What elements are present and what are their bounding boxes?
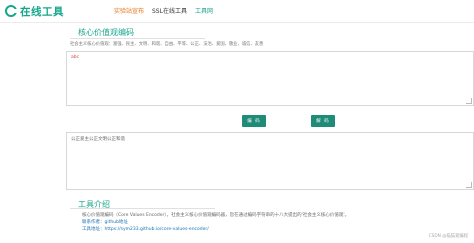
encode-button[interactable]: 编 码 xyxy=(242,115,266,127)
top-bar-divider xyxy=(0,22,474,23)
logo-text: 在线工具 xyxy=(20,5,64,18)
resize-grip-icon[interactable] xyxy=(466,98,472,104)
title-underline xyxy=(70,38,205,39)
page-title: 核心价值观编码 xyxy=(78,28,134,37)
csdn-watermark: CSDN @猫猫爱编程 xyxy=(428,234,468,239)
nav-item-tools-site[interactable]: 工具网 xyxy=(195,6,213,15)
decode-button[interactable]: 解 码 xyxy=(311,115,335,127)
input-textarea[interactable]: abc xyxy=(66,51,474,106)
input-text: abc xyxy=(71,55,80,60)
output-text: 公正爱主公正文明公正和谐 xyxy=(71,137,125,142)
top-bar: 在线工具 实验站宣布 SSL在线工具 工具网 xyxy=(0,0,474,22)
output-textarea[interactable]: 公正爱主公正文明公正和谐 xyxy=(66,132,474,190)
core-values-list: 社会主义核心价值观：富强、民主、文明、和谐、自由、平等、公正、法治、爱国、敬业、… xyxy=(70,42,264,47)
site-logo[interactable]: 在线工具 xyxy=(5,3,64,19)
intro-description: 核心价值观编码（Core Values Encoder），社会主义核心价值观编码… xyxy=(82,213,350,218)
intro-underline xyxy=(70,208,215,209)
nav-item-ssl-tools[interactable]: SSL在线工具 xyxy=(152,6,187,15)
logo-icon xyxy=(5,5,17,17)
resize-grip-icon[interactable] xyxy=(466,182,472,188)
intro-author-link[interactable]: 联系作者：github地址 xyxy=(82,219,128,225)
intro-tool-url[interactable]: 工具地址：https://sym233.github.io/core-value… xyxy=(82,226,209,232)
nav-item-announcement[interactable]: 实验站宣布 xyxy=(114,6,144,15)
